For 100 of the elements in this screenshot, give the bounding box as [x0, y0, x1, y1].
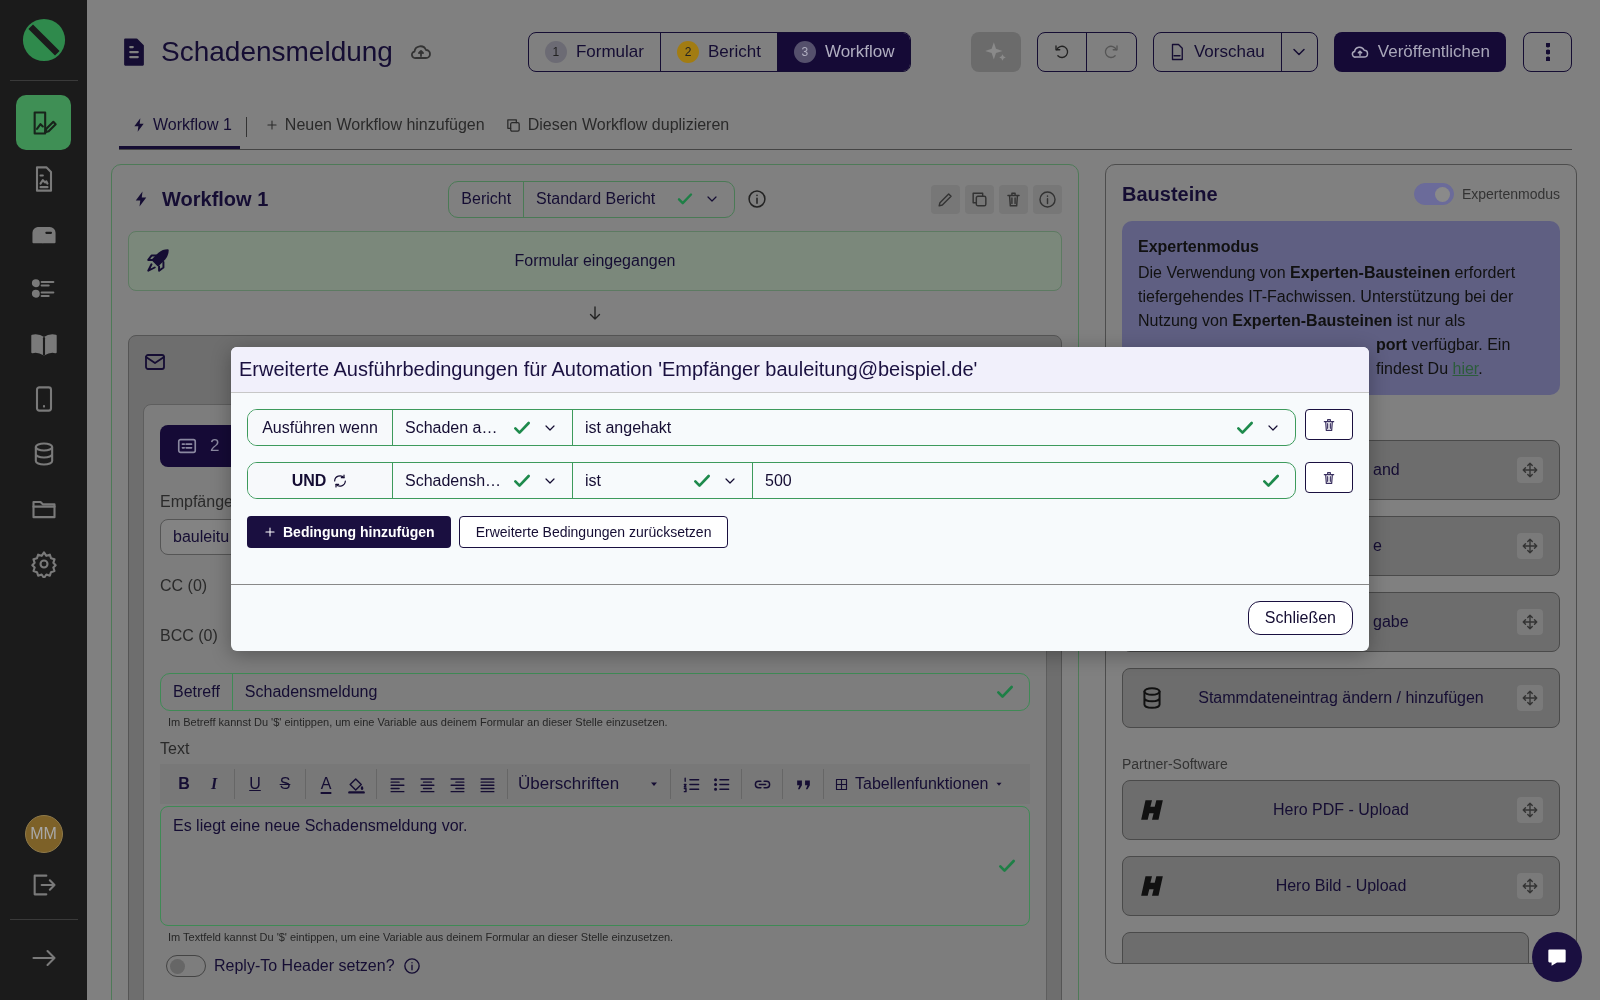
info-button[interactable] [1033, 184, 1062, 214]
button-label: Veröffentlichen [1377, 42, 1490, 62]
block-label: Hero Bild - Upload [1274, 877, 1408, 895]
underline-button[interactable]: U [241, 770, 269, 798]
field-value: Schadensh… [405, 471, 502, 490]
section-label: Partner-Software [1122, 756, 1229, 772]
drag-handle[interactable] [1517, 797, 1543, 823]
strikethrough-button[interactable]: S [271, 770, 299, 798]
workflow-tab[interactable]: Neuen Workflow hinzufügen [252, 104, 493, 149]
trash-icon [1321, 416, 1337, 433]
page-title: Schadensmeldung [161, 36, 393, 68]
plus-icon [263, 525, 277, 539]
bold-button[interactable]: B [170, 770, 198, 798]
publish-button[interactable]: Veröffentlichen [1333, 32, 1506, 72]
block-label: and [1373, 461, 1400, 479]
dialog-title: Erweiterte Ausführbedingungen für Automation 'Empfänger bauleitung@beispiel.de' [239, 358, 978, 381]
preview-button[interactable]: Vorschau [1153, 33, 1282, 71]
toggle-label: Expertenmodus [1461, 186, 1560, 202]
copy-icon [970, 189, 989, 209]
copy-icon [504, 116, 522, 134]
heading-dropdown[interactable]: Überschriften [514, 770, 664, 798]
italic-button[interactable]: I [200, 770, 228, 798]
edit-button[interactable] [931, 184, 960, 214]
info-icon [1038, 189, 1057, 209]
workflow-title: Workflow 1 [162, 187, 269, 211]
info-icon[interactable] [402, 957, 421, 975]
workflow-tab[interactable]: Diesen Workflow duplizieren [492, 104, 738, 149]
condition-operator[interactable]: UND [248, 463, 393, 498]
drag-handle[interactable] [1517, 533, 1543, 559]
field-value: Schaden a… [405, 418, 499, 437]
step-number: 2 [676, 41, 699, 63]
trash-icon [1004, 189, 1023, 209]
redo-icon [1102, 43, 1121, 61]
step-tab[interactable]: 3 Workflow [777, 33, 911, 71]
block-label: Hero PDF - Upload [1271, 801, 1410, 819]
select-field[interactable]: ist angehakt [573, 410, 1295, 445]
block-label: Stammdateneintrag ändern / hinzufügen [1197, 689, 1485, 707]
rocket-icon [145, 248, 171, 274]
drag-handle[interactable] [1517, 457, 1543, 483]
input-field[interactable]: 500 [753, 463, 1295, 498]
block-card[interactable]: Hero PDF - Upload [1122, 780, 1560, 840]
more-button[interactable] [1523, 32, 1572, 72]
block-card[interactable]: Hero Bild - Upload [1122, 856, 1560, 916]
field-value: ist angehakt [585, 418, 673, 437]
reset-button[interactable]: Erweiterte Bedingungen zurücksetzen [458, 516, 729, 548]
text-editor[interactable]: Es liegt eine neue Schadensmeldung vor. [160, 806, 1030, 926]
operator-label: UND [291, 471, 327, 490]
trigger-card[interactable]: Formular eingegangen [128, 231, 1062, 291]
toggle-switch[interactable] [1413, 183, 1454, 205]
hero-logo-icon [1139, 873, 1165, 899]
move-icon [1521, 613, 1539, 631]
text-color-button[interactable]: A [312, 770, 340, 798]
avatar[interactable]: MM [24, 815, 63, 853]
refresh-icon [332, 472, 349, 489]
plus-icon [264, 118, 279, 132]
hint-text: Im Textfeld kannst Du '$' eintippen, um eine Variable aus deinem Formular an dieser Stelle einzusetzen. [168, 931, 675, 943]
field-label: Empfänge [160, 493, 233, 511]
add-condition-button[interactable]: Bedingung hinzufügen [247, 516, 451, 548]
field-label: Text [160, 740, 190, 758]
field-value: Schadensmeldung [244, 683, 379, 701]
step-number: 1 [544, 41, 567, 63]
nav-item[interactable] [16, 95, 71, 150]
hint-text: Im Betreff kannst Du '$' eintippen, um eine Variable aus deinem Formular an dieser Stelle einzusetzen. [168, 716, 669, 728]
more-icon [1545, 43, 1550, 61]
select-label: Bericht [449, 181, 525, 217]
step-tab[interactable]: 1 Formular [528, 33, 661, 71]
subject-field[interactable]: Betreff Schadensmeldung [160, 673, 1030, 711]
field-value: bauleitu [173, 528, 230, 546]
select-field[interactable]: Schadensh… [393, 463, 573, 498]
chat-button[interactable] [1532, 932, 1582, 982]
step-number: 3 [793, 41, 816, 63]
notice-title: Expertenmodus [1138, 237, 1260, 257]
drag-handle[interactable] [1517, 873, 1543, 899]
info-icon[interactable] [747, 189, 768, 209]
workflow-tab[interactable]: Workflow 1 [119, 104, 240, 149]
button-label: Vorschau [1193, 42, 1265, 62]
block-card[interactable]: Stammdateneintrag ändern / hinzufügen [1122, 668, 1560, 728]
drag-handle[interactable] [1517, 685, 1543, 711]
dropdown-label: Tabellenfunktionen [855, 775, 989, 793]
select-field[interactable]: ist [573, 463, 753, 498]
dropdown-label: Überschriften [518, 774, 620, 794]
select-field[interactable]: Schaden a… [393, 410, 573, 445]
duplicate-button[interactable] [965, 184, 994, 214]
delete-button[interactable] [1305, 409, 1353, 440]
field-value: 500 [765, 471, 793, 490]
condition-operator[interactable]: Ausführen wenn [248, 410, 393, 445]
drag-handle[interactable] [1517, 609, 1543, 635]
field-value: ist [585, 471, 602, 490]
close-button[interactable]: Schließen [1247, 601, 1353, 635]
block-label: gabe [1373, 613, 1409, 631]
block-label: e [1373, 537, 1382, 555]
step-tab[interactable]: 2 Bericht [660, 33, 778, 71]
delete-button[interactable] [1305, 462, 1353, 493]
notice-text: port verfügbar. Ein [1375, 335, 1512, 355]
field-label: Betreff [161, 674, 233, 710]
undo-icon [1052, 43, 1071, 61]
report-select[interactable]: Bericht Standard Bericht [448, 180, 736, 218]
logo[interactable] [21, 18, 66, 62]
table-dropdown[interactable]: Tabellenfunktionen [830, 770, 1009, 798]
move-icon [1521, 537, 1539, 555]
